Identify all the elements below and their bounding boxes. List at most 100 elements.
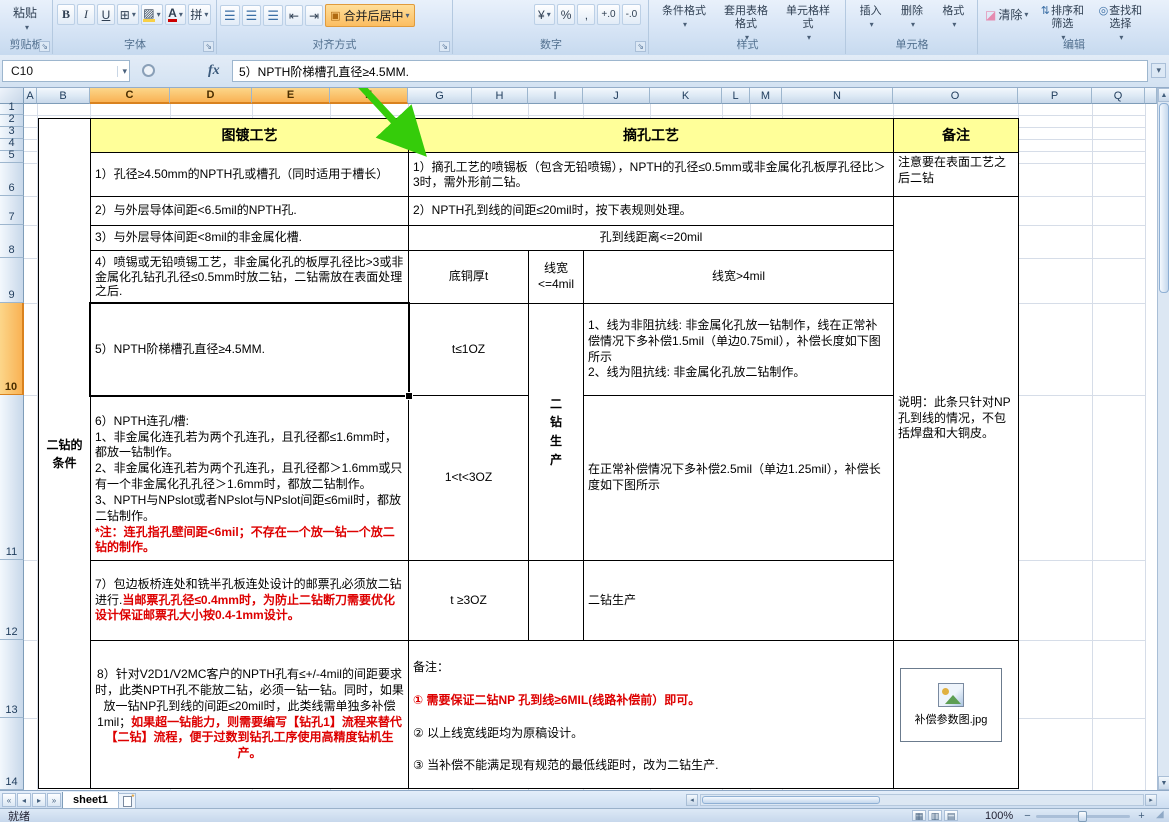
accounting-format-button[interactable]: ¥ ▾ <box>534 4 555 25</box>
column-header-A[interactable]: A <box>24 88 37 104</box>
insert-worksheet-button[interactable] <box>118 793 136 809</box>
row-header-10[interactable]: 10 <box>0 303 24 395</box>
font-dialog-launcher-icon[interactable]: ⇘ <box>203 41 214 52</box>
row-header-9[interactable]: 9 <box>0 258 24 303</box>
clipboard-dialog-launcher-icon[interactable]: ⇘ <box>39 41 50 52</box>
column-header-H[interactable]: H <box>472 88 528 104</box>
column-header-O[interactable]: O <box>893 88 1018 104</box>
hscroll-thumb[interactable] <box>702 796 880 804</box>
decrease-decimal-button[interactable]: -.0 <box>621 4 642 25</box>
paste-button[interactable]: 粘贴 <box>10 2 40 23</box>
cell-plating-r5-selected[interactable]: 5）NPTH阶梯槽孔直径≥4.5MM. <box>90 303 409 396</box>
cell-r7-empty[interactable] <box>528 560 584 641</box>
cell-second-drill-conditions[interactable]: 二钻的条件 <box>38 118 91 789</box>
hscroll-track[interactable] <box>700 794 1144 806</box>
merge-center-button[interactable]: ▣ 合并后居中 ▾ <box>325 4 415 27</box>
cell-hole-r1[interactable]: 1）摘孔工艺的喷锡板（包含无铅喷锡），NPTH的孔径≤0.5mm或非金属化孔板厚… <box>408 152 894 197</box>
column-header-C[interactable]: C <box>90 88 170 104</box>
comma-style-button[interactable]: , <box>577 4 596 25</box>
column-header-J[interactable]: J <box>583 88 650 104</box>
number-dialog-launcher-icon[interactable]: ⇘ <box>635 41 646 52</box>
cell-note-merged[interactable]: 说明：此条只针对NP孔到线的情况，不包括焊盘和大铜皮。 <box>893 196 1019 641</box>
percent-style-button[interactable]: % <box>556 4 576 25</box>
cell-t3[interactable]: t ≥3OZ <box>408 560 529 641</box>
underline-button[interactable]: U <box>97 4 115 25</box>
normal-view-button[interactable]: ▦ <box>912 810 926 821</box>
row-header-7[interactable]: 7 <box>0 196 24 225</box>
cell-r7-second-drill[interactable]: 二钻生产 <box>583 560 894 641</box>
conditional-formatting-button[interactable]: 条件格式 ▾ <box>656 4 712 32</box>
row-header-11[interactable]: 11 <box>0 395 24 560</box>
column-header-E[interactable]: E <box>252 88 330 104</box>
column-header-G[interactable]: G <box>408 88 472 104</box>
vscroll-down-button[interactable]: ▼ <box>1158 776 1169 790</box>
sheet-tab-sheet1[interactable]: sheet1 <box>62 792 119 809</box>
cell-copper-header[interactable]: 底铜厚t <box>408 250 529 304</box>
phonetic-button[interactable]: 拼 ▾ <box>187 4 211 25</box>
cell-second-drill-vertical[interactable]: 二钻生产 <box>528 303 584 561</box>
insert-cells-button[interactable]: 插入 ▾ <box>853 4 888 32</box>
page-break-view-button[interactable]: ▤ <box>944 810 958 821</box>
row-header-14[interactable]: 14 <box>0 718 24 790</box>
zoom-out-button[interactable]: − <box>1022 810 1033 822</box>
cell-r5-desc[interactable]: 1、线为非阻抗线: 非金属化孔放一钻制作，线在正常补偿情况下多补偿1.5mil（… <box>583 303 894 396</box>
cell-note-r1[interactable]: 注意要在表面工艺之后二钻 <box>893 152 1019 197</box>
tab-scroll-last-button[interactable]: » <box>47 793 61 807</box>
page-layout-view-button[interactable]: ▥ <box>928 810 942 821</box>
header-hole-process[interactable]: 摘孔工艺 <box>408 118 894 153</box>
align-center-button[interactable]: ☰ <box>241 5 262 26</box>
name-box-dropdown-icon[interactable]: ▾ <box>117 65 127 77</box>
column-header-B[interactable]: B <box>37 88 90 104</box>
italic-button[interactable]: I <box>77 4 95 25</box>
zoom-slider[interactable] <box>1036 811 1130 822</box>
row-header-6[interactable]: 6 <box>0 163 24 196</box>
cell-r6-desc[interactable]: 在正常补偿情况下多补偿2.5mil（单边1.25mil），补偿长度如下图所示 <box>583 395 894 561</box>
fill-handle[interactable] <box>405 392 413 400</box>
column-header-F[interactable]: F <box>330 88 408 104</box>
resize-grip-icon[interactable]: ◢ <box>1156 809 1168 821</box>
cell-hole-r2[interactable]: 2）NPTH孔到线的间距≤20mil时，按下表规则处理。 <box>408 196 894 226</box>
vscroll-thumb[interactable] <box>1159 103 1169 293</box>
cell-plating-r8[interactable]: 8）针对V2D1/V2MC客户的NPTH孔有≤+/-4mil的间距要求时，此类N… <box>90 640 409 789</box>
cell-plating-r6[interactable]: 6）NPTH连孔/槽: 1、非金属化连孔若为两个孔连孔，且孔径都≤1.6mm时，… <box>90 395 409 561</box>
delete-cells-button[interactable]: 删除 ▾ <box>894 4 929 32</box>
column-header-I[interactable]: I <box>528 88 583 104</box>
formula-bar-expand-icon[interactable]: ▾ <box>1151 63 1166 78</box>
cell-plating-r7[interactable]: 7）包边板桥连处和铣半孔板连处设计的邮票孔必须放二钻进行.当邮票孔孔径≤0.4m… <box>90 560 409 641</box>
increase-decimal-button[interactable]: +.0 <box>597 4 620 25</box>
align-right-button[interactable]: ☰ <box>263 5 283 26</box>
name-box[interactable]: C10 ▾ <box>2 60 130 82</box>
cell-plating-r2[interactable]: 2）与外层导体间距<6.5mil的NPTH孔. <box>90 196 409 226</box>
cell-hole-r8-notes[interactable]: 备注： ① 需要保证二钻NP 孔到线≥6MIL(线路补偿前）即可。 ② 以上线宽… <box>408 640 894 789</box>
font-color-button[interactable]: A ▾ <box>165 4 186 25</box>
increase-indent-button[interactable]: ⇥ <box>305 5 324 26</box>
fx-icon[interactable]: fx <box>208 63 220 79</box>
column-header-K[interactable]: K <box>650 88 722 104</box>
zoom-slider-thumb[interactable] <box>1078 811 1087 822</box>
column-header-N[interactable]: N <box>782 88 893 104</box>
fill-color-button[interactable]: ▨ ▾ <box>140 4 164 25</box>
row-header-13[interactable]: 13 <box>0 640 24 718</box>
cell-linewidth-big-header[interactable]: 线宽>4mil <box>583 250 894 304</box>
row-header-5[interactable]: 5 <box>0 149 24 163</box>
tab-scroll-next-button[interactable]: ▸ <box>32 793 46 807</box>
zoom-in-button[interactable]: + <box>1136 810 1147 822</box>
cell-plating-r4[interactable]: 4）喷锡或无铅喷锡工艺，非金属化孔的板厚孔径比>3或非金属化孔钻孔孔径≤0.5m… <box>90 250 409 304</box>
column-header-M[interactable]: M <box>750 88 782 104</box>
cell-plating-r1[interactable]: 1）孔径≥4.50mm的NPTH孔或槽孔（同时适用于槽长） <box>90 152 409 197</box>
column-header-Q[interactable]: Q <box>1092 88 1145 104</box>
cell-plating-r3[interactable]: 3）与外层导体间距<8mil的非金属化槽. <box>90 225 409 251</box>
row-header-8[interactable]: 8 <box>0 225 24 258</box>
clear-button[interactable]: ◪ 清除 ▾ <box>982 4 1031 25</box>
tab-scroll-prev-button[interactable]: ◂ <box>17 793 31 807</box>
column-header-D[interactable]: D <box>170 88 252 104</box>
cell-hole-r3[interactable]: 孔到线距离<=20mil <box>408 225 894 251</box>
cell-t1[interactable]: t≤1OZ <box>408 303 529 396</box>
vscroll-up-button[interactable]: ▲ <box>1158 88 1169 102</box>
decrease-indent-button[interactable]: ⇤ <box>284 5 304 26</box>
header-plating-process[interactable]: 图镀工艺 <box>90 118 409 153</box>
paste-dropdown-icon[interactable]: ▾ <box>25 23 29 32</box>
alignment-dialog-launcher-icon[interactable]: ⇘ <box>439 41 450 52</box>
hscroll-left-button[interactable]: ◂ <box>686 794 698 806</box>
column-header-partial[interactable] <box>1145 88 1157 104</box>
